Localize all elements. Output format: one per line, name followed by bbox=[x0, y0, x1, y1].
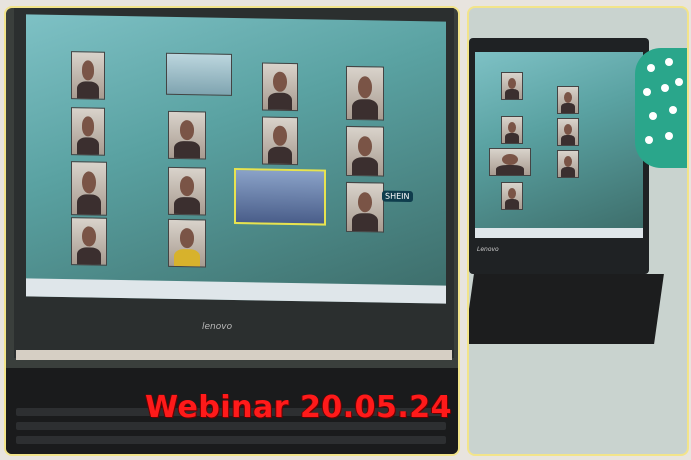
participant-tile bbox=[489, 148, 531, 176]
participant-tile bbox=[168, 166, 206, 216]
webinar-caption: Webinar 20.05.24 bbox=[145, 390, 453, 425]
participant-tile bbox=[262, 62, 298, 112]
participant-tile bbox=[71, 161, 107, 216]
participant-tile bbox=[557, 86, 579, 114]
participant-tile bbox=[501, 116, 523, 144]
participant-tile bbox=[71, 51, 105, 100]
laptop-logo: lenovo bbox=[202, 322, 233, 332]
participant-tile bbox=[166, 52, 232, 96]
video-call-screen bbox=[475, 52, 643, 238]
participant-tile bbox=[262, 116, 298, 166]
polka-dot-balloon bbox=[635, 48, 687, 168]
participant-tile bbox=[71, 217, 107, 266]
participant-tile bbox=[71, 107, 105, 156]
participant-tile bbox=[557, 118, 579, 146]
participant-tile bbox=[168, 218, 206, 268]
participant-tile bbox=[557, 150, 579, 178]
participant-tile bbox=[346, 65, 384, 121]
keyboard bbox=[469, 274, 664, 344]
right-photo-panel: Lenovo bbox=[467, 6, 689, 456]
participant-tile bbox=[346, 125, 384, 177]
video-call-screen: SHEIN bbox=[26, 14, 446, 304]
active-speaker-tile bbox=[234, 167, 326, 226]
laptop-logo: Lenovo bbox=[477, 246, 499, 253]
shared-slide-text: SHEIN bbox=[382, 190, 413, 203]
left-photo-panel: SHEIN lenovo bbox=[4, 6, 460, 456]
participant-tile bbox=[501, 182, 523, 210]
laptop-hinge bbox=[16, 350, 452, 360]
participant-tile bbox=[168, 110, 206, 160]
participant-tile bbox=[501, 72, 523, 100]
taskbar bbox=[475, 228, 643, 238]
participant-tile bbox=[346, 181, 384, 233]
